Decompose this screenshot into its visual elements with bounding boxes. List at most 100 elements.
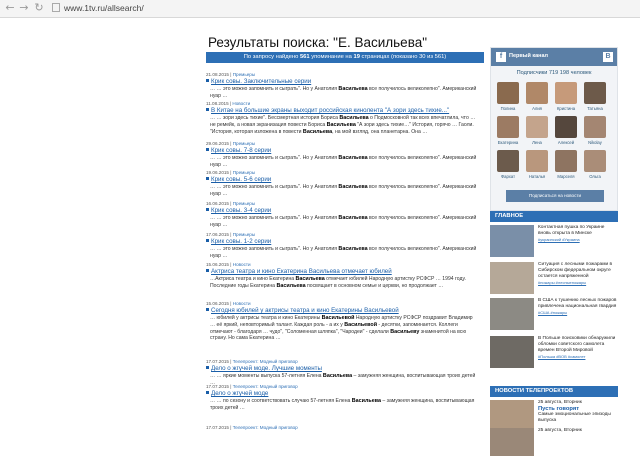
news-thumbnail[interactable] [490,336,534,368]
result-title-link[interactable]: Крик совы. 3-4 серии [206,207,478,215]
result-section-link[interactable]: Премьеры [233,141,255,146]
result-section-link[interactable]: Премьеры [233,232,255,237]
news-thumbnail[interactable] [490,262,534,294]
result-date: 17.06.2015 [206,232,229,237]
summary-pages: 19 [353,54,360,60]
vk-icon[interactable]: B [603,52,613,62]
highlight: Васильеву [390,328,420,335]
snippet-text: … … это можно запомнить и сыграть". Но у… [210,86,339,92]
result-date: 19.06.2015 [206,170,229,175]
news-tags[interactable]: #пожары #лесныепожары [538,280,618,286]
member-avatar[interactable] [497,82,519,104]
result-title-link[interactable]: Дело о жгучей моде. Лучшие моменты [206,365,478,373]
member-name[interactable]: Лена [523,140,551,145]
news-item[interactable]: В Польше поисковики обнаружили обломки с… [490,336,618,370]
member-avatar[interactable] [584,150,606,172]
result-title-link[interactable]: Актриса театра и кино Екатерина Васильев… [206,268,478,276]
member-name[interactable]: Екатерина [494,140,522,145]
news-headline[interactable]: Контактная пушка по Украине вновь открыт… [538,225,618,237]
forward-icon[interactable]: → [18,2,30,14]
result-item: 15.06.2015 | Новости Актриса театра и кин… [206,262,478,290]
member-name[interactable]: Алия [523,106,551,111]
member-name[interactable]: Nikolay [581,140,609,145]
snippet-text: … … это можно запомнить и сыграть". Но у… [210,215,339,221]
snippet-text: … … зори здесь тихие". Бессмертная истор… [210,115,340,121]
member-name[interactable]: Полина [494,106,522,111]
result-title-link[interactable]: Крик совы. Заключительные серии [206,78,478,86]
member-avatar[interactable] [497,150,519,172]
back-icon[interactable]: ← [4,2,16,14]
news-headline[interactable]: Ситуация с лесными пожарами в Сибирском … [538,262,618,280]
result-date: 21.08.2015 [206,72,229,77]
browser-toolbar: ← → ↻ www.1tv.ru/allsearch/ [0,0,640,18]
news-tags[interactable]: #Польша #ВОВ #самолет [538,354,618,360]
result-item: 15.06.2015 | Новости Сегодня юбилей у акт… [206,301,478,342]
tv-news-item[interactable]: 25 августа, Вторник Пусть говорят Самые эм… [490,400,618,428]
tv-news-item[interactable]: 25 августа, Вторник [490,428,618,456]
result-item: 29.06.2015 | Премьеры Крик совы. 7-8 сери… [206,141,478,169]
result-title-link[interactable]: В Китае на большие экраны выходит россий… [206,107,478,115]
address-bar[interactable]: www.1tv.ru/allsearch/ [52,2,636,15]
result-title-link[interactable]: Сегодня юбилей у актрисы театра и кино Е… [206,307,478,315]
subscribe-button[interactable]: Подписаться на новости [506,190,604,202]
member-name[interactable]: Татьяна [581,106,609,111]
result-title: Дело о жгучей моде. Лучшие моменты [211,365,322,372]
member-avatar[interactable] [555,116,577,138]
news-headline[interactable]: В США к тушению лесных пожаров привлечен… [538,298,618,310]
member-avatar[interactable] [497,116,519,138]
member-avatar[interactable] [555,82,577,104]
news-headline[interactable]: В Польше поисковики обнаружили обломки с… [538,336,618,354]
news-item[interactable]: Ситуация с лесными пожарами в Сибирском … [490,262,618,296]
result-date: 11.08.2015 [206,101,229,106]
result-section-link[interactable]: Телепроект: Модный приговор [233,425,298,430]
news-thumbnail[interactable] [490,298,534,330]
result-section-link[interactable]: Телепроект: Модный приговор [233,359,298,364]
result-section-link[interactable]: Новости [232,101,250,106]
result-title-link[interactable]: Дело о жгучей моде [206,390,478,398]
highlight: Васильева [338,86,368,92]
result-section-link[interactable]: Премьеры [233,170,255,175]
result-title: В Китае на большие экраны выходит россий… [211,107,450,114]
news-tags[interactable]: #украинский #Украина [538,237,618,243]
member-name[interactable]: Кристина [552,106,580,111]
vk-group-name[interactable]: Первый канал [509,53,548,59]
highlight: Васильева [338,246,368,252]
highlight: Васильева [339,115,369,121]
reload-icon[interactable]: ↻ [33,2,45,14]
snippet-text: …Актриса театра и кино Екатерина [210,276,296,282]
highlight: Васильева [326,121,356,128]
tv-news-thumbnail[interactable] [490,400,534,428]
highlight: Васильева [351,398,381,404]
news-text-block: Контактная пушка по Украине вновь открыт… [538,225,618,243]
member-avatar[interactable] [526,150,548,172]
result-section-link[interactable]: Премьеры [233,72,255,77]
tv-news-text[interactable]: Самые эмоциональные эпизоды выпуска [538,412,618,424]
member-name[interactable]: Алексей [552,140,580,145]
highlight: Васильева [302,128,333,135]
result-date: 17.07.2015 [206,359,229,364]
member-avatar[interactable] [584,116,606,138]
member-name[interactable]: Наталья [523,174,551,179]
member-name[interactable]: Ольга [581,174,609,179]
result-section-link[interactable]: Премьеры [233,201,255,206]
member-avatar[interactable] [555,150,577,172]
result-snippet: … … это можно запомнить и сыграть". Но у… [206,246,478,260]
result-section-link[interactable]: Телепроект: Модный приговор [233,384,298,389]
highlight: Васильева [322,373,353,379]
result-title-link[interactable]: Крик совы. 5-6 серии [206,176,478,184]
member-avatar[interactable] [526,82,548,104]
result-title-link[interactable]: Крик совы. 7-8 серии [206,147,478,155]
news-item[interactable]: В США к тушению лесных пожаров привлечен… [490,298,618,332]
tv-news-thumbnail[interactable] [490,428,534,456]
member-avatar[interactable] [526,116,548,138]
member-name[interactable]: Фархат [494,174,522,179]
result-date: 16.06.2015 [206,201,229,206]
member-name[interactable]: Марселя [552,174,580,179]
news-thumbnail[interactable] [490,225,534,257]
result-title-link[interactable]: Крик совы. 1-2 серии [206,238,478,246]
news-item[interactable]: Контактная пушка по Украине вновь открыт… [490,225,618,259]
result-section-link[interactable]: Новости [233,301,251,306]
result-section-link[interactable]: Новости [233,262,251,267]
member-avatar[interactable] [584,82,606,104]
news-tags[interactable]: #США #пожары [538,310,618,316]
